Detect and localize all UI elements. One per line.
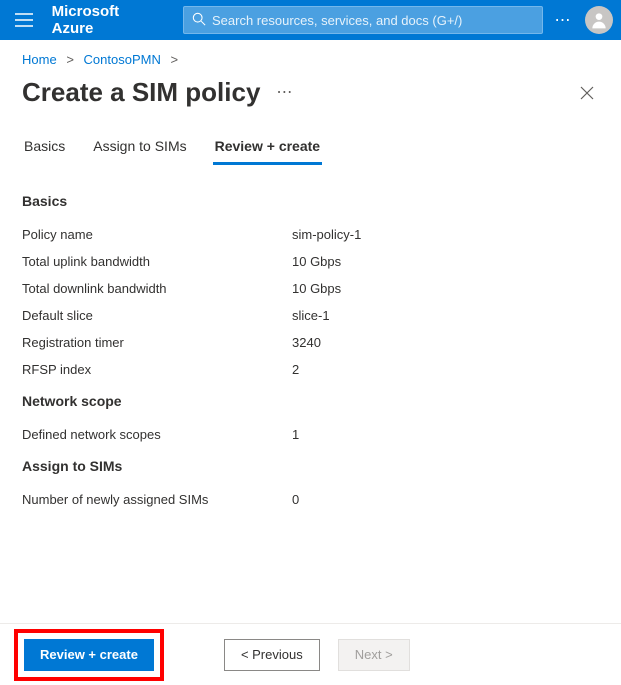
page-title: Create a SIM policy (22, 77, 260, 108)
wizard-tabs: Basics Assign to SIMs Review + create (0, 122, 621, 165)
topbar-more-icon[interactable]: ⋯ (551, 8, 575, 32)
kv-row: Total uplink bandwidth10 Gbps (22, 248, 599, 275)
breadcrumb-item-home[interactable]: Home (22, 52, 57, 67)
previous-button[interactable]: < Previous (224, 639, 320, 671)
kv-value: 10 Gbps (292, 281, 341, 296)
primary-button-highlight: Review + create (14, 629, 164, 681)
tab-assign-to-sims[interactable]: Assign to SIMs (91, 132, 188, 165)
kv-row: Registration timer3240 (22, 329, 599, 356)
review-create-button[interactable]: Review + create (24, 639, 154, 671)
hamburger-icon[interactable] (8, 4, 40, 36)
kv-label: Policy name (22, 227, 292, 242)
kv-row: Policy namesim-policy-1 (22, 221, 599, 248)
chevron-right-icon: > (164, 52, 184, 67)
chevron-right-icon: > (60, 52, 80, 67)
kv-row: Number of newly assigned SIMs0 (22, 486, 599, 513)
kv-row: Default sliceslice-1 (22, 302, 599, 329)
azure-topbar: Microsoft Azure ⋯ (0, 0, 621, 40)
kv-value: 1 (292, 427, 299, 442)
tab-review-create[interactable]: Review + create (213, 132, 322, 165)
kv-value: 3240 (292, 335, 321, 350)
kv-row: Total downlink bandwidth10 Gbps (22, 275, 599, 302)
kv-value: slice-1 (292, 308, 330, 323)
brand-label[interactable]: Microsoft Azure (48, 3, 175, 37)
kv-value: sim-policy-1 (292, 227, 361, 242)
page-more-icon[interactable]: ⋯ (276, 85, 293, 101)
kv-row: RFSP index2 (22, 356, 599, 383)
page-header: Create a SIM policy ⋯ (0, 73, 621, 122)
kv-value: 10 Gbps (292, 254, 341, 269)
kv-row: Defined network scopes1 (22, 421, 599, 448)
kv-label: Total downlink bandwidth (22, 281, 292, 296)
section-heading-assign-to-sims: Assign to SIMs (22, 448, 599, 486)
kv-value: 0 (292, 492, 299, 507)
wizard-footer: Review + create < Previous Next > (0, 623, 621, 685)
kv-label: Number of newly assigned SIMs (22, 492, 292, 507)
next-button: Next > (338, 639, 410, 671)
global-search[interactable] (183, 6, 543, 34)
search-icon (192, 12, 206, 29)
kv-label: Registration timer (22, 335, 292, 350)
close-icon[interactable] (575, 81, 599, 105)
kv-value: 2 (292, 362, 299, 377)
kv-label: Default slice (22, 308, 292, 323)
review-content: Basics Policy namesim-policy-1 Total upl… (0, 165, 621, 513)
section-heading-network-scope: Network scope (22, 383, 599, 421)
breadcrumb: Home > ContosoPMN > (0, 40, 621, 73)
search-input[interactable] (212, 13, 534, 28)
kv-label: Defined network scopes (22, 427, 292, 442)
kv-label: RFSP index (22, 362, 292, 377)
section-heading-basics: Basics (22, 183, 599, 221)
tab-basics[interactable]: Basics (22, 132, 67, 165)
kv-label: Total uplink bandwidth (22, 254, 292, 269)
breadcrumb-item-resource[interactable]: ContosoPMN (84, 52, 161, 67)
avatar[interactable] (585, 6, 613, 34)
